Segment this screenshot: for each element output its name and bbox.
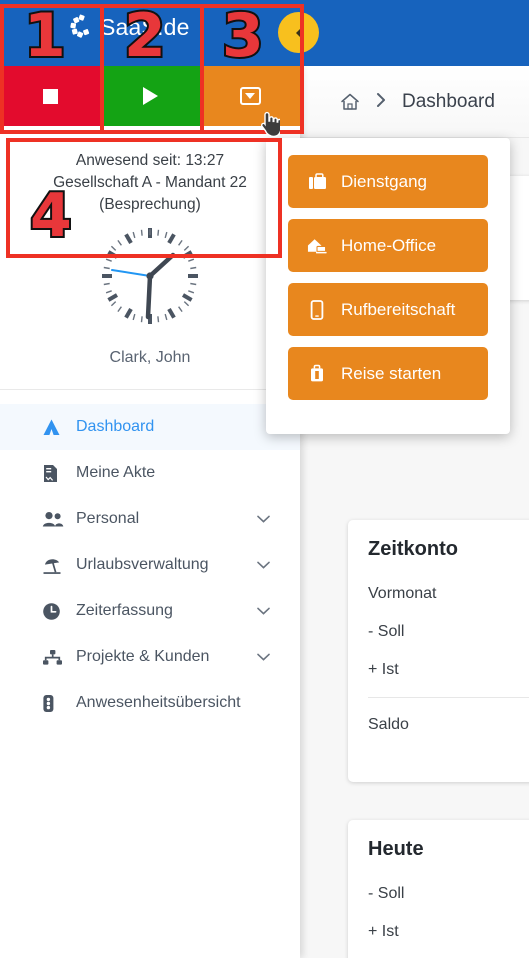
- card-row-label: + Ist: [368, 661, 399, 678]
- card-title: Heute: [368, 838, 424, 860]
- app-logo[interactable]: SaaS.de: [66, 12, 190, 42]
- sidebar-item-dashboard[interactable]: Dashboard: [0, 404, 300, 450]
- sidebar-item-label: Dashboard: [76, 418, 155, 435]
- sidebar-item-label: Personal: [76, 510, 140, 527]
- presence-company-label: Gesellschaft A - Mandant 22: [53, 174, 247, 191]
- popup-button-label: Home-Office: [341, 235, 437, 255]
- popup-button-label: Dienstgang: [341, 171, 428, 191]
- caret-down-box-icon: [239, 87, 261, 105]
- traffic-light-icon: [42, 694, 68, 713]
- beach-umbrella-icon: [42, 556, 68, 575]
- popup-button-home-office[interactable]: Home-Office: [288, 219, 488, 272]
- presence-activity-label: (Besprechung): [99, 196, 201, 213]
- analog-clock-icon: [96, 222, 204, 335]
- sidebar-item-label: Meine Akte: [76, 464, 156, 481]
- popup-button-dienstgang[interactable]: Dienstgang: [288, 155, 488, 208]
- home-icon[interactable]: [340, 92, 360, 112]
- breadcrumb-separator: [374, 91, 388, 113]
- analog-clock: [6, 222, 294, 335]
- people-group-icon: [42, 511, 68, 528]
- popup-button-label: Reise starten: [341, 363, 442, 383]
- sidebar-item-meine-akte[interactable]: Meine Akte: [0, 450, 300, 496]
- presence-since-label: Anwesend seit: 13:27: [75, 152, 225, 169]
- sidebar-item-anwesenheitsuebersicht[interactable]: Anwesenheitsübersicht: [0, 680, 300, 726]
- chevron-down-icon[interactable]: [257, 556, 270, 574]
- top-header-bar: SaaS.de: [0, 0, 529, 66]
- card-row-label: Saldo: [368, 716, 409, 733]
- card-row-label: Vormonat: [368, 585, 437, 602]
- stop-time-button[interactable]: [0, 66, 100, 126]
- page-title: Dashboard: [402, 90, 495, 112]
- sidebar: Anwesend seit: 13:27 Gesellschaft A - Ma…: [0, 66, 300, 958]
- clock-icon: [42, 602, 68, 621]
- popup-button-reise-starten[interactable]: Reise starten: [288, 347, 488, 400]
- card-title: Zeitkonto: [368, 538, 458, 560]
- briefcase-icon: [307, 172, 327, 191]
- sidebar-item-personal[interactable]: Personal: [0, 496, 300, 542]
- popup-button-label: Rufbereitschaft: [341, 299, 456, 319]
- stop-square-icon: [42, 88, 58, 104]
- play-triangle-icon: [142, 87, 158, 105]
- file-document-icon: [42, 464, 68, 483]
- card-heute: Heute - Soll + Ist: [348, 820, 529, 958]
- card-row-label: + Ist: [368, 923, 399, 940]
- chevron-down-icon[interactable]: [257, 510, 270, 528]
- app-logo-text: SaaS.de: [100, 13, 190, 40]
- user-name-label: Clark, John: [109, 349, 191, 366]
- sidebar-item-zeiterfassung[interactable]: Zeiterfassung: [0, 588, 300, 634]
- project-tree-icon: [42, 649, 68, 666]
- sidebar-nav: Dashboard Meine Akte Personal Urlaubsver…: [0, 390, 300, 726]
- mobile-phone-icon: [307, 299, 327, 320]
- dashboard-tent-icon: [42, 418, 68, 437]
- card-zeitkonto: Zeitkonto Vormonat - Soll + Ist Saldo: [348, 520, 529, 782]
- breadcrumb: Dashboard: [300, 66, 529, 138]
- card-row-label: - Soll: [368, 623, 405, 640]
- action-row-spacer: [0, 126, 300, 140]
- time-action-buttons: [0, 66, 300, 126]
- suitcase-icon: [307, 364, 327, 383]
- sidebar-item-projekte-kunden[interactable]: Projekte & Kunden: [0, 634, 300, 680]
- quick-actions-popup: Dienstgang Home-Office Rufbereitschaft R…: [266, 138, 510, 434]
- presence-status-panel: Anwesend seit: 13:27 Gesellschaft A - Ma…: [0, 140, 300, 367]
- card-divider: [368, 697, 529, 698]
- app-root: SaaS.de Dashboard .02 Resturlaub: [0, 0, 529, 958]
- gear-swoosh-icon: [66, 12, 96, 42]
- start-time-button[interactable]: [100, 66, 200, 126]
- popup-button-rufbereitschaft[interactable]: Rufbereitschaft: [288, 283, 488, 336]
- sidebar-collapse-button[interactable]: [278, 12, 319, 53]
- chevron-left-icon: [291, 25, 307, 41]
- chevron-down-icon[interactable]: [257, 648, 270, 666]
- house-laptop-icon: [307, 236, 327, 255]
- sidebar-item-label: Zeiterfassung: [76, 602, 173, 619]
- sidebar-item-label: Urlaubsverwaltung: [76, 556, 209, 573]
- sidebar-item-label: Projekte & Kunden: [76, 648, 210, 665]
- chevron-down-icon[interactable]: [257, 602, 270, 620]
- more-actions-button[interactable]: [200, 66, 300, 126]
- card-row-label: - Soll: [368, 885, 405, 902]
- sidebar-item-label: Anwesenheitsübersicht: [76, 694, 241, 711]
- sidebar-item-urlaubsverwaltung[interactable]: Urlaubsverwaltung: [0, 542, 300, 588]
